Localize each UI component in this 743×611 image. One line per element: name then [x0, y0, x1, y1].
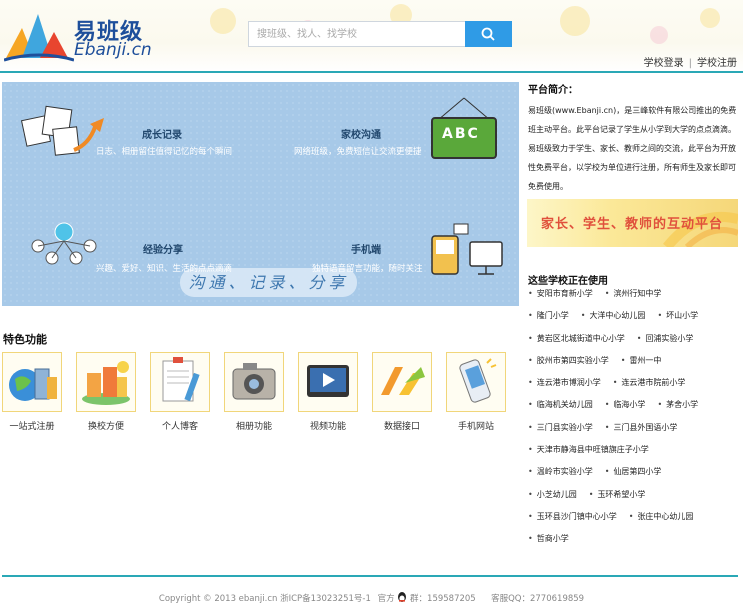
data-interface-icon [381, 367, 425, 395]
feature-mobile-site[interactable]: 手机网站 [446, 352, 506, 432]
school-row: 温岭市实验小学 仙居第四小学 [528, 466, 740, 488]
school-link[interactable]: 连云港市博润小学 [528, 378, 601, 387]
school-link[interactable]: 三门县外国语小学 [605, 423, 678, 432]
banner-mobile-title: 手机端 [351, 245, 381, 256]
banner-mobile-desc: 独特语音留言功能，随时关注 [312, 264, 423, 274]
promo-banner[interactable]: 家长、学生、教师的互动平台 [527, 199, 738, 247]
banner-share-title: 经验分享 [143, 245, 183, 256]
school-link[interactable]: 天津市静海县中旺镇旗庄子小学 [528, 445, 649, 454]
school-link[interactable]: 茅舍小学 [657, 400, 698, 409]
banner-growth-title: 成长记录 [142, 130, 182, 141]
banner-communication-desc: 网络班级，免费短信让交流更便捷 [294, 147, 422, 157]
globe-building-icon [9, 368, 57, 401]
header-divider [0, 71, 743, 73]
school-link[interactable]: 临海小学 [605, 400, 646, 409]
phone-monitor-icon [431, 223, 503, 275]
feature-label: 手机网站 [457, 422, 494, 432]
ebanji-logo[interactable] [4, 10, 74, 64]
school-login-link[interactable]: 学校登录 [644, 58, 684, 69]
school-link[interactable]: 小芝幼儿园 [528, 490, 577, 499]
school-link[interactable]: 雷州一中 [621, 356, 662, 365]
banner-communication-title: 家校沟通 [341, 130, 381, 141]
school-row: 三门县实验小学 三门县外国语小学 [528, 422, 740, 444]
school-link[interactable]: 隆门小学 [528, 311, 569, 320]
link-separator: | [688, 58, 692, 69]
mobile-phone-icon [459, 358, 497, 403]
school-register-link[interactable]: 学校注册 [697, 58, 737, 69]
search-box [248, 21, 512, 47]
school-link[interactable]: 临海机关幼儿园 [528, 400, 593, 409]
school-row: 玉环县沙门镇中心小学 张庄中心幼儿园 [528, 511, 740, 533]
school-link[interactable]: 玉环县沙门镇中心小学 [528, 512, 617, 521]
school-link[interactable]: 连云港市院前小学 [613, 378, 686, 387]
promo-text: 家长、学生、教师的互动平台 [541, 217, 724, 232]
school-link[interactable]: 安阳市育新小学 [528, 289, 593, 298]
schools-list: 安阳市育新小学 滨州行知中学隆门小学 大洋中心幼儿园 坏山小学黄岩区北城街道中心小学 回… [528, 288, 740, 556]
search-button[interactable] [465, 21, 512, 47]
feature-one-stop-register[interactable]: 一站式注册 [2, 352, 62, 432]
school-row: 哲商小学 [528, 533, 740, 555]
people-sharing-icon [31, 222, 97, 265]
school-link[interactable]: 三门县实验小学 [528, 423, 593, 432]
search-icon [481, 27, 495, 41]
footer-copyright: Copyright © 2013 ebanji.cn 浙ICP备13023251… [158, 594, 371, 604]
feature-label: 相册功能 [235, 422, 272, 432]
school-row: 安阳市育新小学 滨州行知中学 [528, 288, 740, 310]
feature-album[interactable]: 相册功能 [224, 352, 284, 432]
feature-label: 一站式注册 [9, 422, 55, 432]
top-links: 学校登录 | 学校注册 [644, 54, 737, 69]
school-link[interactable]: 黄岩区北城街道中心小学 [528, 334, 625, 343]
school-row: 小芝幼儿园 玉环希望小学 [528, 489, 740, 511]
feature-label: 换校方便 [87, 422, 124, 432]
feature-label: 数据接口 [383, 422, 420, 432]
footer-qq-group-label: 官方 [377, 594, 395, 604]
school-buildings-icon [82, 361, 130, 405]
footer: Copyright © 2013 ebanji.cn 浙ICP备13023251… [0, 592, 743, 604]
school-row: 黄岩区北城街道中心小学 回浦实验小学 [528, 333, 740, 355]
school-row: 胶州市第四实验小学 雷州一中 [528, 355, 740, 377]
video-player-icon [307, 365, 349, 397]
school-link[interactable]: 玉环希望小学 [589, 490, 646, 499]
platform-intro-title: 平台简介： [528, 85, 578, 96]
school-row: 临海机关幼儿园 临海小学 茅舍小学 [528, 399, 740, 421]
school-row: 隆门小学 大洋中心幼儿园 坏山小学 [528, 310, 740, 332]
school-row: 连云港市博润小学 连云港市院前小学 [528, 377, 740, 399]
logo-domain: Ebanji.cn [74, 40, 152, 60]
feature-personal-blog[interactable]: 个人博客 [150, 352, 210, 432]
feature-video[interactable]: 视频功能 [298, 352, 358, 432]
feature-easy-school-switch[interactable]: 换校方便 [76, 352, 136, 432]
school-link[interactable]: 坏山小学 [657, 311, 698, 320]
footer-divider [2, 575, 738, 577]
school-link[interactable]: 哲商小学 [528, 534, 569, 543]
school-link[interactable]: 大洋中心幼儿园 [581, 311, 646, 320]
camera-icon [232, 363, 276, 400]
qq-penguin-icon [398, 592, 407, 602]
school-link[interactable]: 温岭市实验小学 [528, 467, 593, 476]
feature-label: 个人博客 [161, 422, 198, 432]
feature-label: 视频功能 [309, 422, 346, 432]
banner-share-desc: 兴趣、爱好、知识、生活的点点滴滴 [96, 264, 233, 274]
header: 易班级 Ebanji.cn 学校登录|学校注册 [0, 0, 743, 72]
footer-service-qq: 客服QQ：2770619859 [491, 594, 585, 604]
school-link[interactable]: 胶州市第四实验小学 [528, 356, 609, 365]
hero-banner: 成长记录 日志、相册留住值得记忆的每个瞬间 家校沟通 网络班级，免费短信让交流更… [2, 82, 519, 306]
school-row: 天津市静海县中旺镇旗庄子小学 [528, 444, 740, 466]
banner-growth-desc: 日志、相册留住值得记忆的每个瞬间 [96, 147, 233, 157]
chalkboard-text: ABC [442, 126, 480, 142]
school-link[interactable]: 回浦实验小学 [637, 334, 694, 343]
features-title: 特色功能 [3, 333, 47, 346]
photo-stack-icon [20, 105, 104, 156]
footer-qq-group: 群：159587205 [410, 594, 476, 604]
feature-data-interface[interactable]: 数据接口 [372, 352, 432, 432]
notepad-blog-icon [162, 357, 200, 402]
school-link[interactable]: 仙居第四小学 [605, 467, 662, 476]
school-link[interactable]: 滨州行知中学 [605, 289, 662, 298]
school-link[interactable]: 张庄中心幼儿园 [629, 512, 694, 521]
search-input[interactable] [249, 22, 465, 46]
platform-intro-text: 易班级(www.Ebanji.cn)，是三峰软件有限公司推出的免费班主动平台。此… [528, 106, 737, 191]
schools-title: 这些学校正在使用 [528, 276, 608, 287]
